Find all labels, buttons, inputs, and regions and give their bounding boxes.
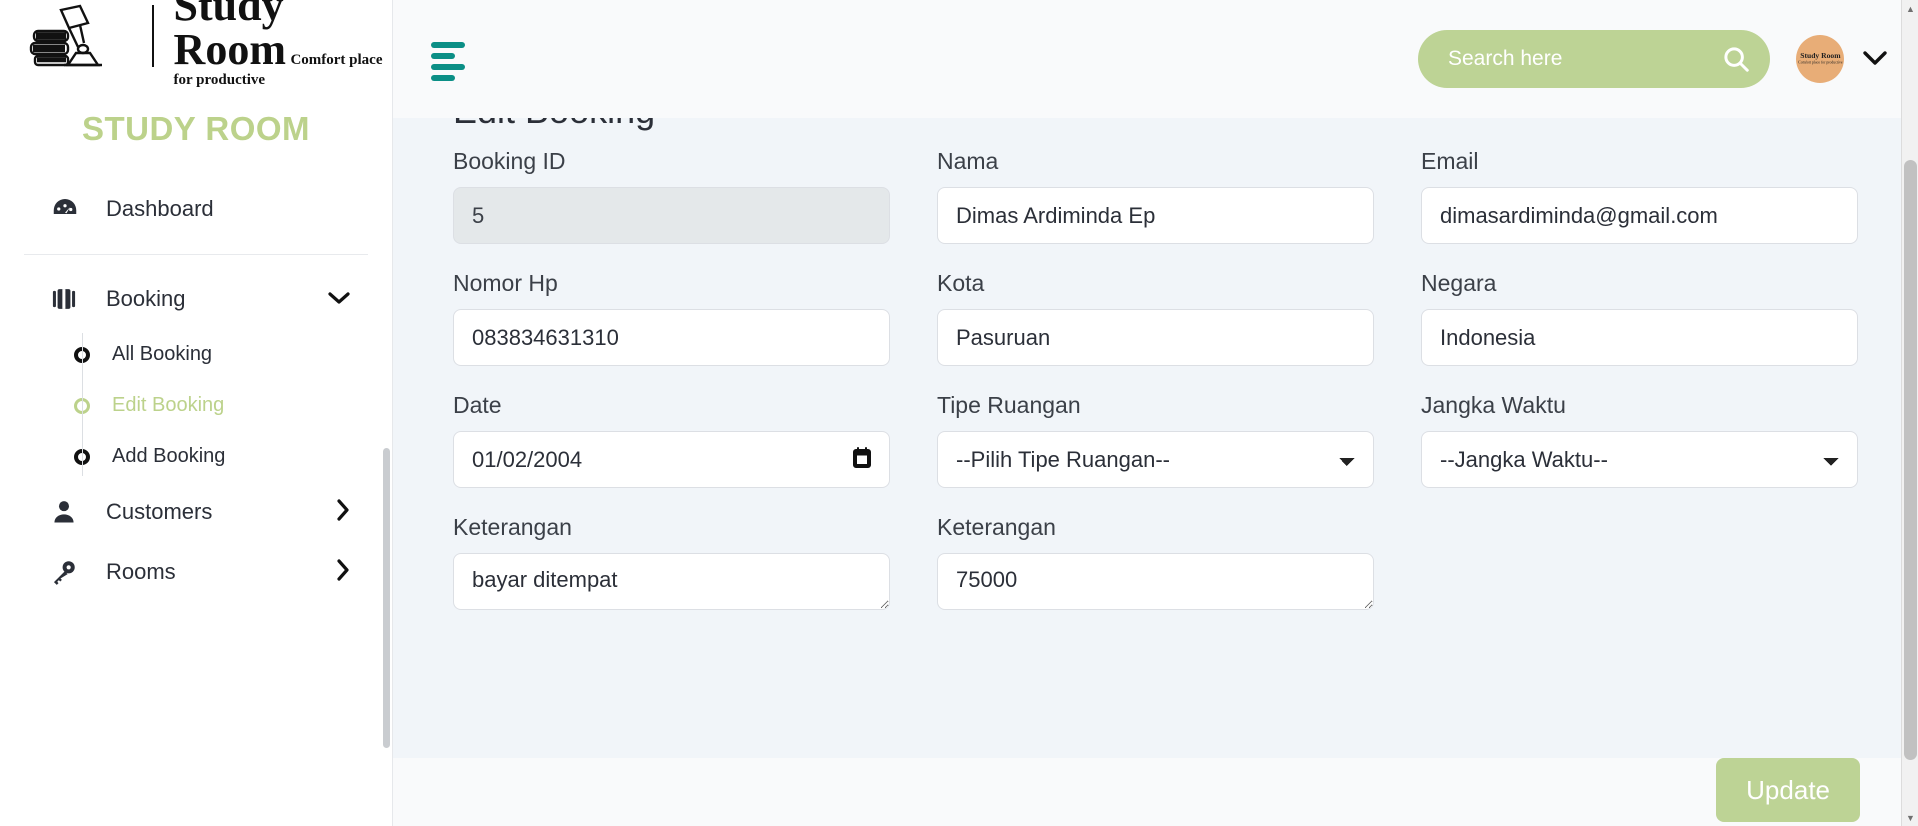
avatar-logo-sub: Comfort place for productive bbox=[1797, 60, 1843, 65]
main-area: Study Room Comfort place for productive … bbox=[392, 0, 1918, 826]
scroll-down-arrow[interactable]: ▼ bbox=[1902, 809, 1918, 826]
nomor-hp-input[interactable] bbox=[453, 309, 890, 366]
sidebar-subitem-label: All Booking bbox=[112, 343, 213, 365]
bullet-icon bbox=[74, 448, 90, 465]
search-box[interactable] bbox=[1418, 30, 1770, 88]
booking-submenu: All Booking Edit Booking Add Booking bbox=[74, 329, 392, 482]
content-scroll-area: Edit Booking Booking ID Nama Email bbox=[393, 90, 1918, 826]
nama-input[interactable] bbox=[937, 187, 1374, 244]
sidebar-nav: Dashboard Booking All Booking Edit Booki… bbox=[0, 178, 392, 602]
date-input-wrapper bbox=[453, 431, 890, 488]
kota-input[interactable] bbox=[937, 309, 1374, 366]
sidebar-subitem-edit-booking[interactable]: Edit Booking bbox=[74, 380, 392, 431]
update-button[interactable]: Update bbox=[1716, 758, 1860, 822]
field-label: Kota bbox=[937, 270, 985, 296]
sidebar-scrollbar-thumb[interactable] bbox=[383, 448, 390, 748]
hamburger-bar bbox=[431, 41, 465, 48]
edit-booking-form: Booking ID Nama Email Nom bbox=[393, 148, 1918, 641]
chevron-right-icon[interactable] bbox=[336, 559, 350, 585]
keterangan-textarea[interactable] bbox=[453, 553, 890, 610]
user-icon bbox=[50, 498, 84, 526]
field-date: Date bbox=[453, 392, 890, 488]
sidebar: Study Room Comfort place for productive … bbox=[0, 0, 392, 826]
sidebar-item-rooms[interactable]: Rooms bbox=[0, 542, 392, 602]
sidebar-divider bbox=[24, 254, 368, 255]
topbar-right: Study Room Comfort place for productive bbox=[1418, 30, 1888, 88]
field-label: Email bbox=[1421, 148, 1479, 174]
field-nama: Nama bbox=[937, 148, 1374, 244]
sidebar-item-label: Rooms bbox=[106, 559, 176, 584]
speedometer-icon bbox=[50, 194, 84, 224]
field-keterangan: Keterangan bbox=[453, 514, 890, 615]
sidebar-item-booking[interactable]: Booking bbox=[0, 269, 392, 329]
field-email: Email bbox=[1421, 148, 1858, 244]
scroll-up-arrow[interactable]: ▲ bbox=[1902, 0, 1918, 17]
field-label: Keterangan bbox=[937, 514, 1056, 540]
field-negara: Negara bbox=[1421, 270, 1858, 366]
search-icon[interactable] bbox=[1721, 44, 1751, 74]
form-footer: Update bbox=[393, 758, 1918, 826]
sidebar-subitem-all-booking[interactable]: All Booking bbox=[74, 329, 392, 380]
sidebar-item-dashboard[interactable]: Dashboard bbox=[0, 178, 392, 240]
sidebar-subitem-label: Edit Booking bbox=[112, 394, 225, 416]
brand-wordmark: Study Room Comfort place for productive bbox=[174, 0, 392, 88]
hamburger-bar bbox=[431, 74, 455, 81]
avatar-logo-icon: Study Room Comfort place for productive bbox=[1797, 52, 1843, 66]
field-tipe-ruangan: Tipe Ruangan --Pilih Tipe Ruangan-- bbox=[937, 392, 1374, 488]
field-label: Keterangan bbox=[453, 514, 572, 540]
window-scrollbar[interactable]: ▲ ▼ bbox=[1901, 0, 1918, 826]
brand-logo[interactable]: Study Room Comfort place for productive bbox=[28, 0, 392, 88]
hamburger-bar bbox=[431, 52, 455, 59]
chevron-right-icon[interactable] bbox=[336, 499, 350, 525]
field-keterangan-harga: Keterangan bbox=[937, 514, 1374, 615]
chevron-down-icon[interactable] bbox=[328, 289, 350, 309]
app-name: STUDY ROOM bbox=[81, 110, 311, 147]
bullet-icon bbox=[74, 397, 90, 414]
hamburger-bar bbox=[431, 63, 465, 70]
key-icon bbox=[50, 558, 84, 586]
sidebar-item-label: Booking bbox=[106, 286, 186, 311]
field-label: Date bbox=[453, 392, 502, 418]
negara-input[interactable] bbox=[1421, 309, 1858, 366]
sidebar-subitem-label: Add Booking bbox=[112, 445, 226, 467]
avatar[interactable]: Study Room Comfort place for productive bbox=[1796, 35, 1844, 83]
jangka-waktu-select[interactable]: --Jangka Waktu-- bbox=[1421, 431, 1858, 488]
topbar: Study Room Comfort place for productive bbox=[393, 0, 1918, 118]
hamburger-icon[interactable] bbox=[431, 41, 471, 81]
field-label: Negara bbox=[1421, 270, 1497, 296]
sidebar-item-label: Customers bbox=[106, 499, 213, 524]
field-label: Nama bbox=[937, 148, 999, 174]
date-input[interactable] bbox=[453, 431, 890, 488]
bullet-icon bbox=[74, 346, 90, 363]
sidebar-item-label: Dashboard bbox=[106, 196, 214, 221]
field-label: Jangka Waktu bbox=[1421, 392, 1566, 418]
field-booking-id: Booking ID bbox=[453, 148, 890, 244]
search-input[interactable] bbox=[1446, 46, 1721, 72]
field-label: Booking ID bbox=[453, 148, 566, 174]
desk-lamp-and-books-icon bbox=[28, 3, 140, 69]
booking-id-input bbox=[453, 187, 890, 244]
brand-divider bbox=[152, 5, 154, 67]
sidebar-scrollbar[interactable] bbox=[383, 0, 392, 826]
briefcase-icon bbox=[50, 285, 84, 313]
field-label: Tipe Ruangan bbox=[937, 392, 1081, 418]
brand-title: Study Room bbox=[173, 0, 286, 74]
keterangan-harga-textarea[interactable] bbox=[937, 553, 1374, 610]
edit-booking-card: Edit Booking Booking ID Nama Email bbox=[393, 90, 1918, 758]
chevron-down-icon[interactable] bbox=[1862, 48, 1888, 70]
sidebar-subitem-add-booking[interactable]: Add Booking bbox=[74, 431, 392, 482]
app-root: Study Room Comfort place for productive … bbox=[0, 0, 1918, 826]
field-kota: Kota bbox=[937, 270, 1374, 366]
field-nomor-hp: Nomor Hp bbox=[453, 270, 890, 366]
field-jangka-waktu: Jangka Waktu --Jangka Waktu-- bbox=[1421, 392, 1858, 488]
field-label: Nomor Hp bbox=[453, 270, 558, 296]
window-scrollbar-thumb[interactable] bbox=[1904, 160, 1917, 760]
email-input[interactable] bbox=[1421, 187, 1858, 244]
tipe-ruangan-select[interactable]: --Pilih Tipe Ruangan-- bbox=[937, 431, 1374, 488]
sidebar-item-customers[interactable]: Customers bbox=[0, 482, 392, 542]
